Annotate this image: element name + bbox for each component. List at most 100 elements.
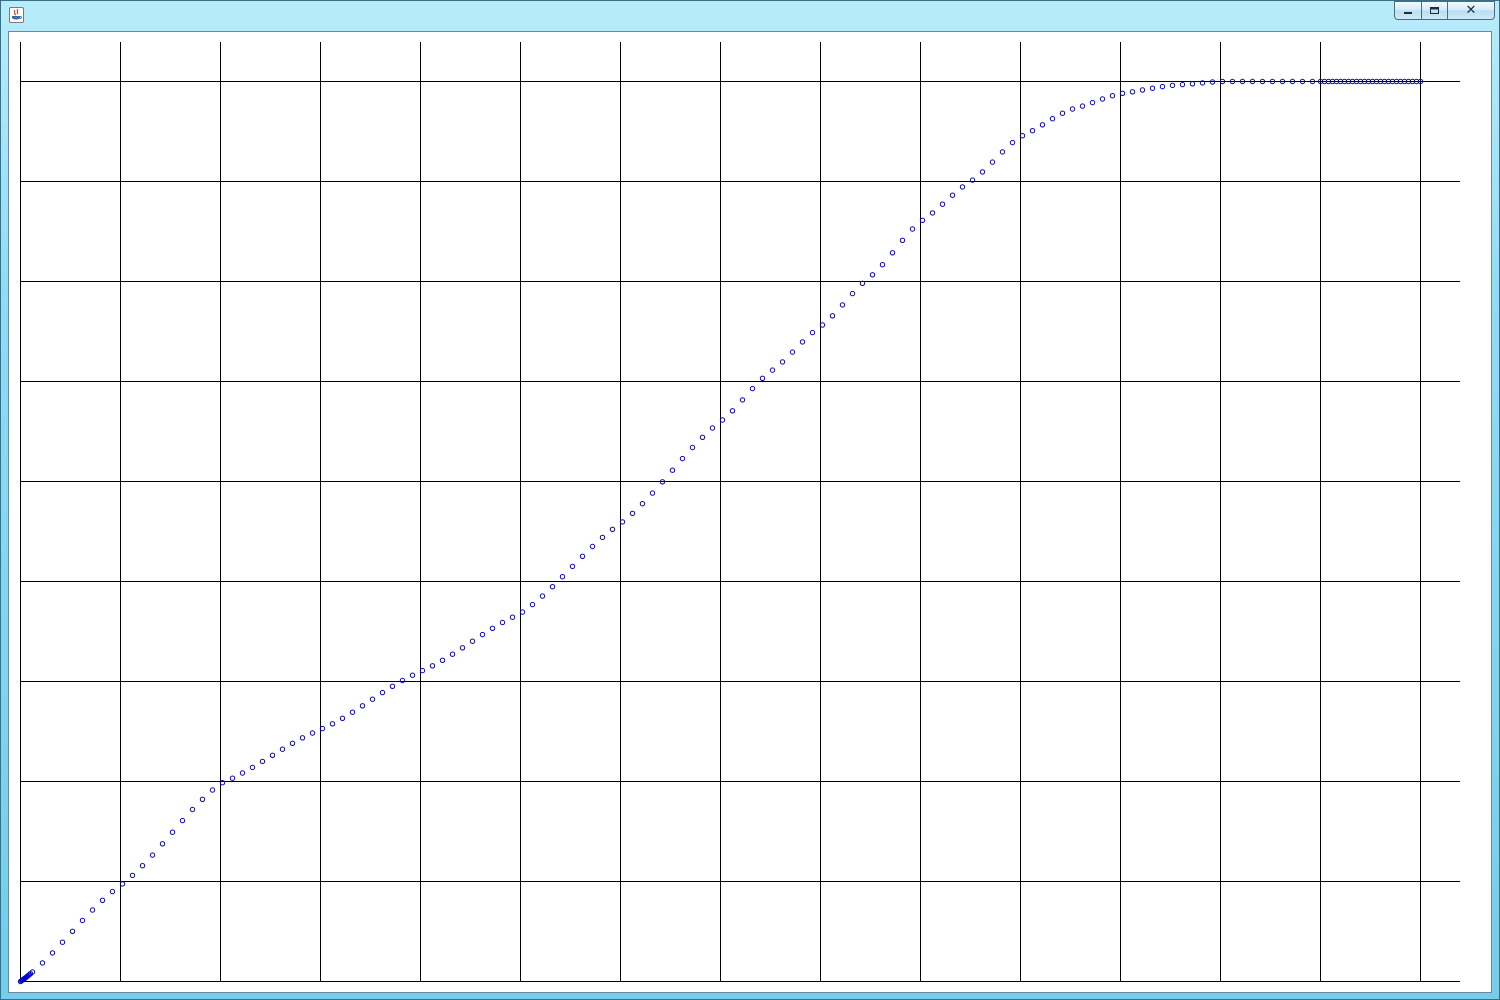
data-point — [809, 329, 816, 336]
data-point — [639, 501, 646, 507]
data-point — [1049, 116, 1056, 122]
data-point — [789, 349, 796, 355]
data-point — [779, 359, 786, 365]
data-point — [249, 764, 256, 771]
data-point — [379, 689, 386, 696]
data-point — [1099, 96, 1106, 102]
data-point — [139, 863, 146, 869]
data-point — [99, 897, 106, 903]
data-point — [1159, 83, 1166, 90]
data-point — [439, 657, 446, 663]
data-point — [599, 534, 606, 541]
close-button[interactable]: ✕ — [1447, 1, 1495, 20]
data-point — [279, 746, 286, 752]
data-point — [369, 696, 376, 702]
data-point — [39, 960, 46, 966]
data-point — [259, 758, 266, 765]
data-point — [359, 703, 366, 709]
data-point — [389, 683, 396, 689]
data-point — [579, 553, 586, 559]
data-point — [1109, 93, 1116, 99]
data-point — [429, 663, 436, 669]
data-point — [329, 721, 336, 727]
data-point — [949, 192, 956, 198]
data-point — [989, 159, 996, 165]
minimize-icon — [1404, 11, 1412, 14]
data-point — [349, 709, 356, 715]
data-point — [679, 455, 686, 462]
data-point — [759, 375, 766, 381]
data-point — [189, 806, 196, 813]
scatter-plot — [17, 42, 1460, 985]
data-point — [469, 638, 476, 644]
data-point — [269, 752, 276, 758]
data-point — [689, 444, 696, 451]
data-point — [109, 888, 116, 895]
data-point — [729, 408, 736, 414]
data-point — [899, 237, 906, 244]
data-point — [129, 872, 136, 879]
data-point — [459, 645, 466, 651]
close-icon: ✕ — [1465, 3, 1477, 18]
data-point — [399, 677, 406, 684]
data-point — [799, 339, 806, 345]
data-point — [879, 262, 886, 268]
data-point — [869, 272, 876, 278]
data-point — [79, 917, 86, 924]
data-point — [229, 775, 236, 781]
data-point — [89, 907, 96, 913]
maximize-button[interactable] — [1421, 1, 1447, 20]
data-point — [849, 290, 856, 297]
title-bar[interactable]: ✕ — [1, 1, 1500, 31]
data-point — [1139, 87, 1146, 93]
data-point — [999, 149, 1006, 155]
data-point — [449, 651, 456, 657]
grid-layer — [20, 42, 1460, 982]
data-point — [979, 169, 986, 175]
data-point — [179, 817, 186, 824]
data-point — [239, 770, 246, 776]
data-point — [909, 226, 916, 232]
data-point — [489, 625, 496, 631]
data-point — [559, 574, 566, 580]
plot-panel — [8, 31, 1492, 993]
data-point — [959, 184, 966, 190]
data-point — [1169, 82, 1176, 89]
data-point — [289, 740, 296, 746]
application-window: ✕ — [0, 0, 1500, 1000]
data-point — [709, 425, 716, 431]
data-point — [739, 397, 746, 403]
data-point — [1089, 99, 1096, 106]
data-point — [1179, 81, 1186, 88]
data-point — [549, 584, 556, 590]
data-point — [929, 210, 936, 216]
data-point — [829, 313, 836, 319]
data-point — [1149, 85, 1156, 91]
data-point — [509, 614, 516, 620]
data-point — [149, 852, 156, 858]
data-point — [589, 543, 596, 550]
data-point — [569, 563, 576, 570]
data-point — [159, 841, 166, 847]
data-point — [699, 434, 706, 440]
data-point — [749, 385, 756, 392]
data-point — [629, 510, 636, 517]
data-point — [1189, 81, 1196, 87]
data-point — [69, 928, 76, 934]
data-point — [59, 939, 66, 945]
window-controls: ✕ — [1394, 1, 1495, 20]
java-app-icon[interactable] — [9, 7, 24, 23]
data-point — [1129, 89, 1136, 95]
data-point — [609, 526, 616, 532]
data-point — [529, 601, 536, 608]
data-point — [299, 735, 306, 741]
data-point — [499, 619, 506, 626]
data-point — [339, 715, 346, 721]
data-point — [1039, 122, 1046, 128]
data-point — [209, 787, 216, 793]
data-point — [309, 730, 316, 736]
minimize-button[interactable] — [1394, 1, 1421, 20]
data-point — [839, 302, 846, 308]
data-point — [1059, 110, 1066, 116]
data-point — [169, 829, 176, 835]
